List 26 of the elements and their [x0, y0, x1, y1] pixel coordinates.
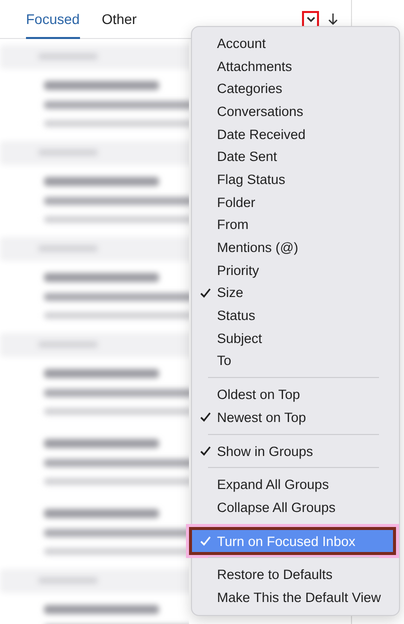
menu-item[interactable]: Status [192, 304, 393, 327]
menu-item[interactable]: Account [192, 32, 393, 55]
arrow-down-icon [328, 13, 338, 25]
menu-item[interactable]: Subject [192, 326, 393, 350]
menu-item[interactable]: Date Sent [192, 145, 393, 168]
menu-item[interactable]: Priority [192, 258, 393, 282]
menu-item[interactable]: Size [192, 282, 393, 304]
menu-item[interactable]: Oldest on Top [192, 383, 393, 406]
tab[interactable]: Other [102, 0, 137, 39]
menu-item[interactable]: Show in Groups [192, 440, 393, 462]
menu-item[interactable]: Mentions (@) [192, 236, 393, 259]
menu-item[interactable]: Make This the Default View [192, 586, 393, 609]
menu-item[interactable]: From [192, 214, 393, 236]
menu-item[interactable]: To [192, 350, 393, 372]
menu-item[interactable]: Expand All Groups [192, 473, 393, 496]
menu-item[interactable]: Restore to Defaults [192, 563, 393, 586]
menu-item[interactable]: Conversations [192, 100, 393, 123]
menu-item[interactable]: Date Received [192, 122, 393, 146]
menu-item[interactable]: Folder [192, 190, 393, 214]
chevron-down-icon [306, 16, 316, 22]
menu-item[interactable]: Categories [192, 77, 393, 100]
tab[interactable]: Focused [26, 0, 80, 39]
menu-item[interactable]: Flag Status [192, 168, 393, 191]
menu-item[interactable]: Collapse All Groups [192, 496, 393, 519]
menu-item[interactable]: Attachments [192, 54, 393, 78]
menu-item[interactable]: Newest on Top [192, 406, 393, 429]
